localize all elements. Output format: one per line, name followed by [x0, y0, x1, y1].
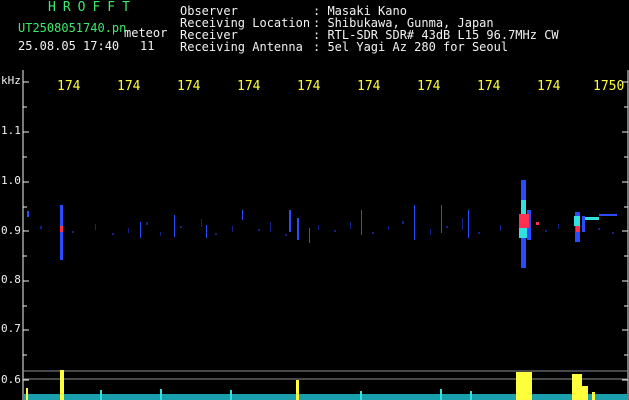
info-label-antenna: Receiving Antenna	[180, 40, 303, 54]
info-labels: Observer Receiving Location Receiver Rec…	[180, 5, 310, 53]
meteor-tag: meteor	[124, 26, 168, 40]
capture-datetime: 25.08.05 17:40	[18, 39, 120, 53]
signal-strength-bars	[23, 370, 628, 400]
meteor-highlights	[60, 200, 617, 238]
meteor-streaks	[27, 180, 585, 268]
info-values: : Masaki Kano : Shibukawa, Gunma, Japan …	[313, 5, 559, 53]
spectrogram-plot	[22, 70, 629, 400]
info-value-antenna: : 5el Yagi Az 280 for Seoul	[313, 40, 509, 54]
meteor-count: 11	[140, 39, 155, 53]
right-ticks	[622, 81, 628, 381]
y-ticks	[23, 81, 29, 381]
file-name: UT2508051740.pn	[18, 21, 127, 35]
app-brand: HROFFT	[48, 0, 137, 15]
